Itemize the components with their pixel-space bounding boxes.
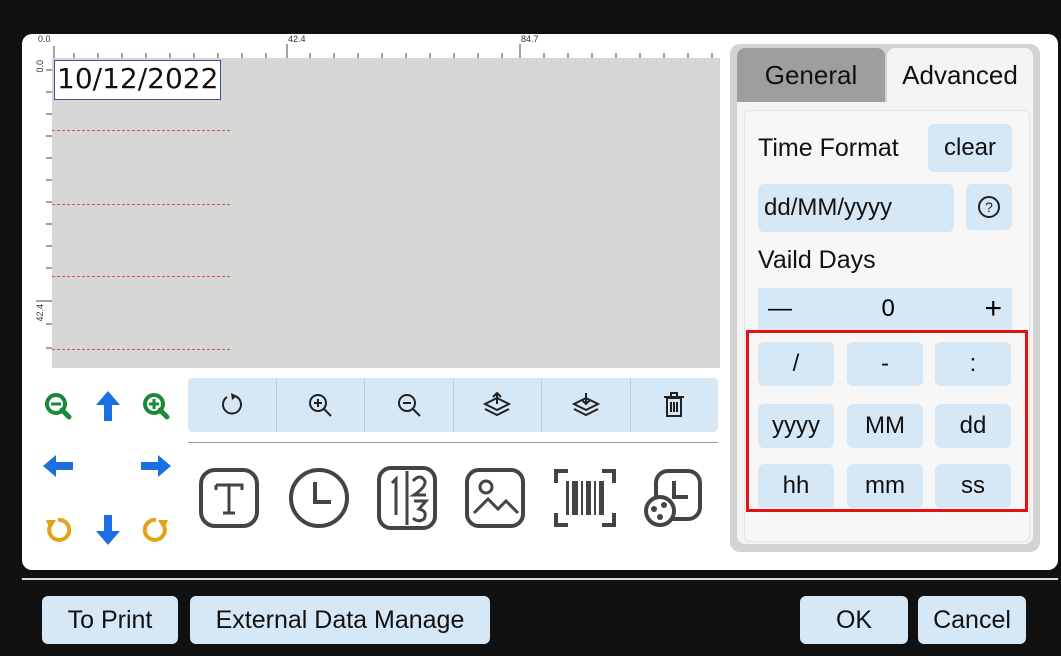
month-button[interactable]: MM — [847, 404, 923, 448]
zoom-out-button[interactable] — [365, 378, 454, 432]
ruler-top-label-2: 84.7 — [521, 34, 539, 44]
send-backward-button[interactable] — [542, 378, 631, 432]
cancel-button[interactable]: Cancel — [918, 596, 1026, 644]
zoom-out-nav-button[interactable] — [40, 388, 76, 424]
ruler-left: 0.0 42.4 — [32, 58, 52, 368]
clock-tool-icon — [289, 468, 349, 528]
ruler-left-label-0: 0.0 — [35, 60, 45, 73]
symbol-colon-button[interactable]: : — [935, 342, 1011, 386]
shift-tool-icon — [644, 469, 702, 527]
tab-general[interactable]: General — [737, 48, 885, 102]
insert-shift-time-button[interactable] — [638, 458, 708, 538]
date-text-object[interactable]: 10/12/2022 — [54, 60, 222, 100]
zoom-in-button[interactable] — [277, 378, 365, 432]
ruler-left-label-1: 42.4 — [35, 304, 45, 322]
day-button[interactable]: dd — [935, 404, 1011, 448]
time-format-input[interactable]: dd/MM/yyyy — [758, 184, 954, 232]
valid-days-value[interactable]: 0 — [882, 295, 895, 323]
trash-icon — [664, 392, 685, 417]
format-help-button[interactable]: ? — [966, 184, 1012, 230]
arrow-up-icon — [96, 391, 120, 421]
increment-button[interactable]: + — [984, 292, 1002, 326]
bring-forward-button[interactable] — [454, 378, 542, 432]
zoom-in-icon — [309, 394, 332, 417]
insert-image-button[interactable] — [460, 458, 530, 538]
insert-counter-button[interactable] — [372, 458, 442, 538]
ruler-top: 0.0 42.4 84.7 — [38, 34, 720, 58]
guide-line — [52, 349, 230, 350]
rotate-icon — [221, 393, 242, 415]
rotate-button[interactable] — [188, 378, 277, 432]
valid-days-label: Vaild Days — [758, 246, 876, 274]
label-canvas[interactable]: 10/12/2022 — [52, 58, 720, 368]
move-up-button[interactable] — [90, 388, 126, 424]
rotate-left-button[interactable] — [40, 512, 76, 548]
guide-line — [52, 276, 230, 277]
zoom-in-icon — [143, 393, 170, 420]
arrow-down-icon — [96, 515, 120, 545]
svg-text:?: ? — [985, 199, 993, 215]
barcode-tool-icon — [554, 469, 616, 527]
ruler-top-label-0: 0.0 — [38, 34, 51, 44]
to-print-button[interactable]: To Print — [42, 596, 178, 644]
rotate-right-icon — [142, 517, 168, 542]
minute-button[interactable]: mm — [847, 464, 923, 508]
time-format-label: Time Format — [758, 134, 899, 162]
clear-button[interactable]: clear — [928, 124, 1012, 172]
move-right-button[interactable] — [138, 448, 174, 484]
zoom-in-nav-button[interactable] — [138, 388, 174, 424]
insert-time-button[interactable] — [284, 458, 354, 538]
layer-up-icon — [483, 392, 512, 417]
image-tool-icon — [465, 468, 525, 528]
second-button[interactable]: ss — [935, 464, 1011, 508]
symbol-slash-button[interactable]: / — [758, 342, 834, 386]
rotate-left-icon — [46, 517, 72, 542]
edit-toolbar — [188, 378, 718, 432]
help-icon: ? — [978, 196, 1000, 218]
guide-line — [52, 204, 230, 205]
arrow-left-icon — [43, 455, 73, 477]
hour-button[interactable]: hh — [758, 464, 834, 508]
insert-barcode-button[interactable] — [550, 458, 620, 538]
external-data-button[interactable]: External Data Manage — [190, 596, 490, 644]
layer-down-icon — [571, 393, 600, 417]
move-left-button[interactable] — [40, 448, 76, 484]
arrow-right-icon — [141, 455, 171, 477]
insert-text-button[interactable] — [194, 458, 264, 538]
zoom-out-icon — [397, 394, 421, 417]
symbol-dash-button[interactable]: - — [847, 342, 923, 386]
guide-line — [52, 130, 230, 131]
counter-tool-icon — [377, 466, 437, 530]
bottom-divider — [22, 578, 1058, 580]
year-button[interactable]: yyyy — [758, 404, 834, 448]
ruler-top-label-1: 42.4 — [288, 34, 306, 44]
tab-advanced[interactable]: Advanced — [887, 48, 1033, 102]
toolbar-divider — [188, 442, 718, 443]
move-down-button[interactable] — [90, 512, 126, 548]
delete-button[interactable] — [631, 378, 719, 432]
ok-button[interactable]: OK — [800, 596, 908, 644]
decrement-button[interactable]: — — [768, 295, 792, 323]
valid-days-stepper: — 0 + — [758, 288, 1012, 330]
rotate-right-button[interactable] — [138, 512, 174, 548]
text-tool-icon — [199, 468, 259, 528]
zoom-out-icon — [45, 393, 72, 420]
